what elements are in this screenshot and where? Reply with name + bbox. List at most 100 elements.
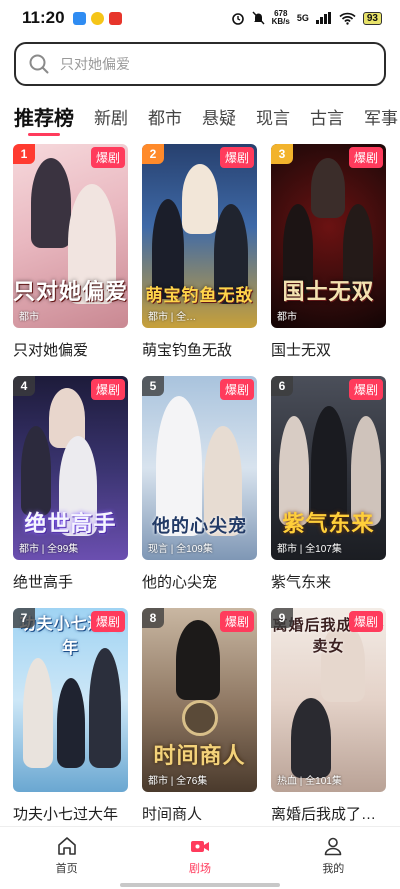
drama-card[interactable]: 只对她偏爱 1 爆剧 都市 只对她偏爱 [13,144,128,360]
poster-title: 绝世高手 [24,511,117,537]
drama-card[interactable]: 功夫小七过大年 7 爆剧 功夫小七过大年 [13,608,128,824]
wifi-icon [339,12,356,25]
hot-badge: 爆剧 [348,379,383,400]
nav-home[interactable]: 首页 [0,827,133,889]
drama-card[interactable]: 离婚后我成了外卖女 9 爆剧 热血 | 全101集 离婚后我成了… [271,608,386,824]
drama-title[interactable]: 绝世高手 [13,571,128,592]
drama-card[interactable]: 他的心尖宠 5 爆剧 现言 | 全109集 他的心尖宠 [142,376,257,592]
nav-profile[interactable]: 我的 [267,827,400,889]
poster-figure [89,648,121,768]
drama-meta: 都市 | 全76集 [148,776,208,787]
rank-badge: 9 [271,608,293,628]
hot-badge: 爆剧 [219,379,254,400]
drama-card[interactable]: 绝世高手 4 爆剧 都市 | 全99集 绝世高手 [13,376,128,592]
drama-poster[interactable]: 离婚后我成了外卖女 9 爆剧 热血 | 全101集 [271,608,386,792]
drama-poster[interactable]: 紫气东来 6 爆剧 都市 | 全107集 [271,376,386,560]
home-indicator[interactable] [120,883,280,887]
drama-title[interactable]: 时间商人 [142,803,257,824]
nav-profile-label: 我的 [322,863,345,875]
tab-new[interactable]: 新剧 [94,104,128,129]
tab-recommend-ranking[interactable]: 推荐榜 [14,102,74,136]
app-notification-icon [108,11,122,25]
drama-poster[interactable]: 他的心尖宠 5 爆剧 现言 | 全109集 [142,376,257,560]
drama-poster[interactable]: 绝世高手 4 爆剧 都市 | 全99集 [13,376,128,560]
drama-title[interactable]: 他的心尖宠 [142,571,257,592]
poster-title: 时间商人 [153,743,246,769]
drama-title[interactable]: 只对她偏爱 [13,339,128,360]
drama-meta: 都市 | 全107集 [277,544,342,555]
drama-meta: 都市 | 全… [148,312,197,323]
poster-figure [57,678,85,768]
drama-card[interactable]: 萌宝钓鱼无敌 2 爆剧 都市 | 全… 萌宝钓鱼无敌 [142,144,257,360]
nav-theater-label: 剧场 [188,863,211,875]
pocket-watch-icon [182,700,218,736]
poster-figure [182,164,218,234]
video-camera-icon [190,841,209,852]
poster-figure [176,620,220,700]
drama-card[interactable]: 国士无双 3 爆剧 都市 国士无双 [271,144,386,360]
poster-figure [311,158,345,218]
app-notification-icon [72,11,86,25]
drama-title[interactable]: 紫气东来 [271,571,386,592]
search-icon [29,54,49,74]
rank-badge: 3 [271,144,293,164]
notification-icons [72,11,122,25]
tab-suspense[interactable]: 悬疑 [202,104,236,129]
drama-meta: 热血 | 全101集 [277,776,342,787]
nav-theater[interactable]: 剧场 [133,827,266,889]
drama-meta: 都市 [19,312,39,323]
drama-poster[interactable]: 萌宝钓鱼无敌 2 爆剧 都市 | 全… [142,144,257,328]
nav-home-label: 首页 [55,863,78,875]
status-bar: 11:20 678 KB/s 5G 93 [0,0,400,36]
poster-title: 他的心尖宠 [152,516,247,537]
category-tabs: 推荐榜 新剧 都市 悬疑 现言 古言 军事 [0,96,400,136]
drama-poster[interactable]: 国士无双 3 爆剧 都市 [271,144,386,328]
poster-title: 萌宝钓鱼无敌 [145,286,254,306]
bottom-nav: 首页 剧场 我的 [0,826,400,889]
user-icon [325,837,342,856]
poster-title: 只对她偏爱 [13,279,128,305]
drama-meta: 都市 | 全99集 [19,544,79,555]
drama-poster[interactable]: 只对她偏爱 1 爆剧 都市 [13,144,128,328]
app-notification-icon [90,11,104,25]
search-input[interactable] [60,56,340,72]
status-time: 11:20 [22,8,65,27]
signal-icon [315,12,331,24]
drama-card[interactable]: 紫气东来 6 爆剧 都市 | 全107集 紫气东来 [271,376,386,592]
tab-military[interactable]: 军事 [364,104,398,129]
status-indicators: 678 KB/s 5G 93 [231,10,382,26]
hot-badge: 爆剧 [348,147,383,168]
drama-title[interactable]: 功夫小七过大年 [13,803,128,824]
drama-title[interactable]: 萌宝钓鱼无敌 [142,339,257,360]
tab-ancient-romance[interactable]: 古言 [310,104,344,129]
hot-badge: 爆剧 [90,147,125,168]
poster-title: 国士无双 [282,279,375,305]
rank-badge: 6 [271,376,293,396]
net-speed: 678 KB/s [272,10,290,26]
rank-badge: 4 [13,376,35,396]
hot-badge: 爆剧 [219,147,254,168]
tab-modern-romance[interactable]: 现言 [256,104,290,129]
mute-icon [252,11,265,25]
drama-grid: 只对她偏爱 1 爆剧 都市 只对她偏爱 萌宝钓鱼无敌 2 爆剧 都市 | 全… … [13,144,387,824]
drama-poster[interactable]: 时间商人 8 爆剧 都市 | 全76集 [142,608,257,792]
poster-figure [31,158,71,248]
hot-badge: 爆剧 [90,379,125,400]
poster-figure [21,426,51,516]
drama-meta: 现言 | 全109集 [148,544,213,555]
drama-meta: 都市 [277,312,297,323]
signal-label: 5G [296,13,309,23]
drama-title[interactable]: 国士无双 [271,339,386,360]
drama-card[interactable]: 时间商人 8 爆剧 都市 | 全76集 时间商人 [142,608,257,824]
rank-badge: 8 [142,608,164,628]
search-bar[interactable] [14,42,386,86]
drama-poster[interactable]: 功夫小七过大年 7 爆剧 [13,608,128,792]
home-icon [57,837,76,855]
tab-urban[interactable]: 都市 [148,104,182,129]
poster-figure [23,658,53,768]
hot-badge: 爆剧 [90,611,125,632]
hot-badge: 爆剧 [219,611,254,632]
battery-indicator: 93 [362,11,382,25]
alarm-icon [231,13,244,25]
drama-title[interactable]: 离婚后我成了… [271,803,386,824]
